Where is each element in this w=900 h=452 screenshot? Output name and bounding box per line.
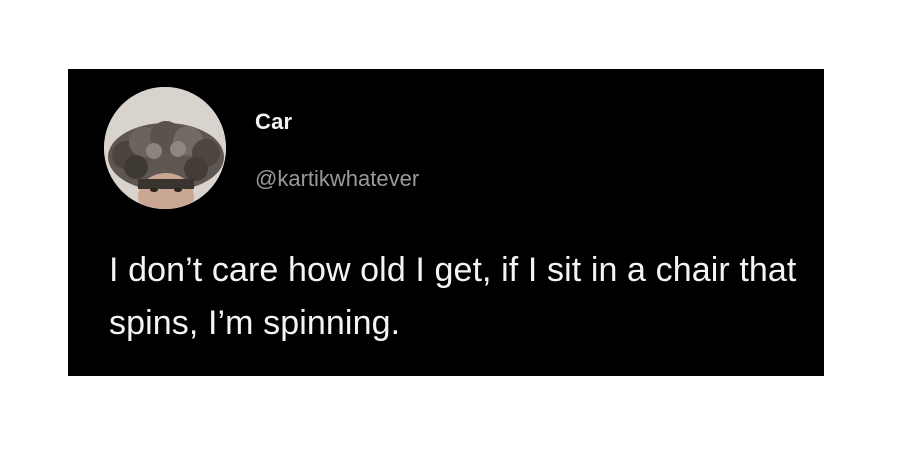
avatar[interactable] xyxy=(104,87,226,209)
page: Car @kartikwhatever I don’t care how old… xyxy=(0,0,900,452)
user-handle[interactable]: @kartikwhatever xyxy=(255,166,419,192)
avatar-image xyxy=(104,87,226,209)
tweet-text: I don’t care how old I get, if I sit in … xyxy=(109,251,797,342)
display-name[interactable]: Car xyxy=(255,109,292,135)
tweet-card: Car @kartikwhatever I don’t care how old… xyxy=(68,69,824,376)
